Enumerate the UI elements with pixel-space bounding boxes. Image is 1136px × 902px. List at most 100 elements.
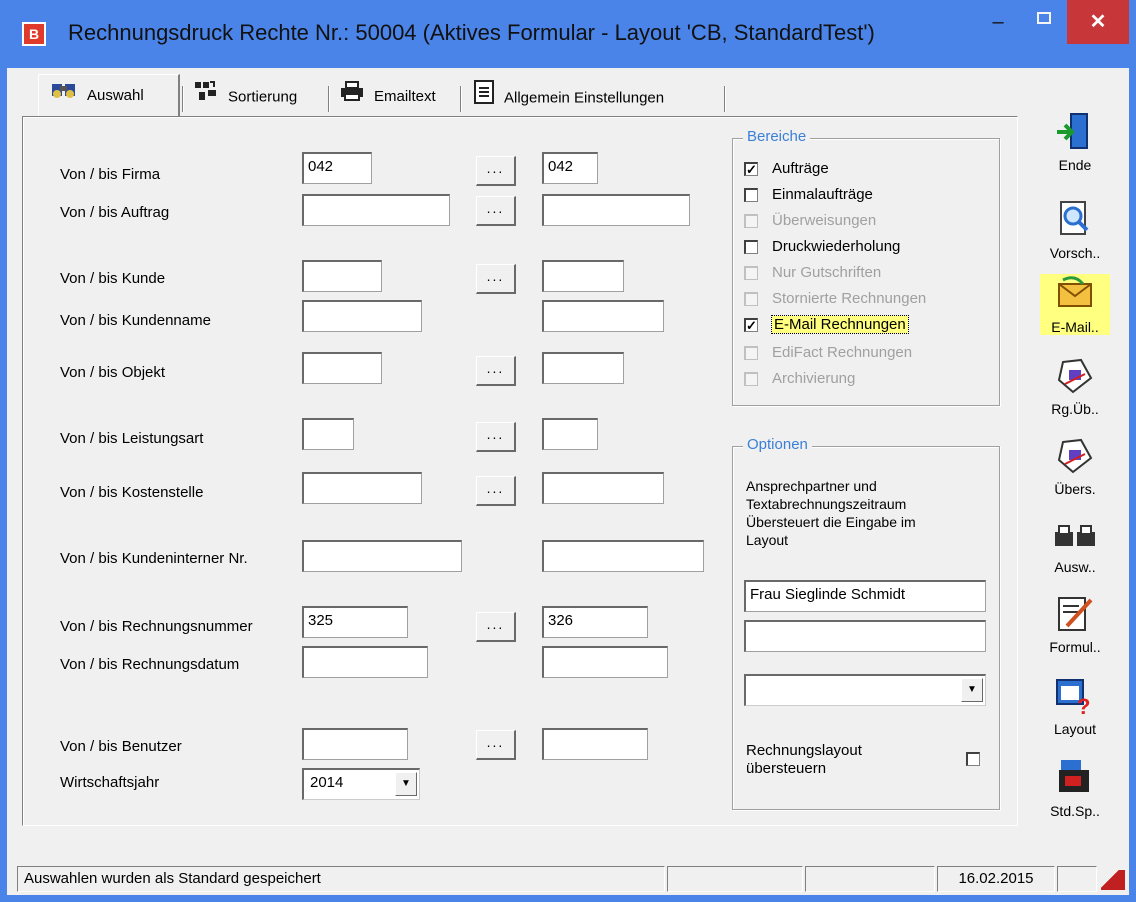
- rechnungsnummer-label: Von / bis Rechnungsnummer: [60, 618, 253, 635]
- benutzer-label: Von / bis Benutzer: [60, 738, 182, 755]
- sidebar-button-overview[interactable]: Übers.: [1040, 436, 1110, 497]
- kostenstelle-lookup-button[interactable]: ...: [476, 476, 516, 506]
- sidebar-button-email-envelope[interactable]: E-Mail..: [1040, 274, 1110, 335]
- rechnungsdatum-to-field[interactable]: [542, 646, 668, 678]
- sidebar-button-invoice-transfer[interactable]: Rg.Üb..: [1040, 356, 1110, 417]
- benutzer-to-field[interactable]: [542, 728, 648, 760]
- tab-auswahl[interactable]: Auswahl: [38, 74, 180, 116]
- benutzer-lookup-button[interactable]: ...: [476, 730, 516, 760]
- kundenname-from-field[interactable]: [302, 300, 422, 332]
- checkbox-label: Archivierung: [772, 370, 856, 387]
- sidebar-button-preview-magnifier[interactable]: Vorsch..: [1040, 200, 1110, 261]
- maximize-button[interactable]: [1021, 0, 1067, 44]
- rechnungsnummer-lookup-button[interactable]: ...: [476, 612, 516, 642]
- objekt-from-field[interactable]: [302, 352, 382, 384]
- sidebar-button-label: Formul..: [1049, 639, 1101, 655]
- kostenstelle-to-field[interactable]: [542, 472, 664, 504]
- rechnungsnummer-from-field[interactable]: 325: [302, 606, 408, 638]
- auftrag-from-field[interactable]: [302, 194, 450, 226]
- optionen-select[interactable]: ▼: [744, 674, 986, 706]
- objekt-lookup-button[interactable]: ...: [476, 356, 516, 386]
- kunde-lookup-button[interactable]: ...: [476, 264, 516, 294]
- app-icon: B: [22, 22, 46, 46]
- status-message: Auswahlen wurden als Standard gespeicher…: [17, 866, 665, 892]
- wirtschaftsjahr-select[interactable]: 2014 ▼: [302, 768, 420, 800]
- sidebar-button-label: Layout: [1053, 721, 1097, 737]
- tab-separator: [328, 86, 330, 112]
- form-edit-icon: [1040, 594, 1110, 637]
- bereich-checkbox-1[interactable]: Einmalaufträge: [744, 186, 873, 203]
- benutzer-from-field[interactable]: [302, 728, 408, 760]
- firma-to-field[interactable]: 042: [542, 152, 598, 184]
- checkbox-box: [744, 266, 758, 281]
- zeitraum-field[interactable]: [744, 620, 986, 652]
- rechnungsnummer-to-field[interactable]: 326: [542, 606, 648, 638]
- preview-magnifier-icon: [1040, 200, 1110, 243]
- kunde-from-field[interactable]: [302, 260, 382, 292]
- tab-separator: [182, 86, 184, 112]
- chevron-down-icon[interactable]: ▼: [961, 678, 983, 702]
- checkbox-label: EdiFact Rechnungen: [772, 344, 913, 361]
- bereich-checkbox-2: Überweisungen: [744, 212, 876, 229]
- objekt-to-field[interactable]: [542, 352, 624, 384]
- sidebar-button-label: Ausw..: [1054, 559, 1096, 575]
- save-default-icon: [1040, 758, 1110, 801]
- kundenname-to-field[interactable]: [542, 300, 664, 332]
- minimize-button[interactable]: –: [975, 0, 1021, 44]
- kostenstelle-from-field[interactable]: [302, 472, 422, 504]
- checkbox-box: [744, 214, 758, 229]
- tab-label: Sortierung: [228, 88, 298, 106]
- tab-label: Allgemein Einstellungen: [504, 89, 665, 107]
- kunde-label: Von / bis Kunde: [60, 270, 166, 287]
- firma-from-field[interactable]: 042: [302, 152, 372, 184]
- leistungsart-lookup-button[interactable]: ...: [476, 422, 516, 452]
- printers-icon: [1040, 522, 1110, 557]
- firma-label: Von / bis Firma: [60, 166, 161, 183]
- bereiche-title: Bereiche: [743, 128, 811, 145]
- sort-icon: [194, 80, 218, 115]
- bereich-checkbox-8: Archivierung: [744, 370, 855, 387]
- wirtschaftsjahr-value: 2014: [310, 774, 344, 791]
- sidebar-button-label: Rg.Üb..: [1051, 401, 1099, 417]
- sidebar-button-label: Std.Sp..: [1050, 803, 1100, 819]
- override-checkbox[interactable]: [966, 750, 994, 767]
- sidebar-button-label: Übers.: [1054, 481, 1096, 497]
- exit-door-icon: [1040, 112, 1110, 155]
- bereich-checkbox-6[interactable]: ✓ E-Mail Rechnungen: [744, 315, 909, 334]
- tab-sortierung[interactable]: Sortierung: [194, 80, 324, 114]
- close-button[interactable]: ✕: [1067, 0, 1129, 44]
- rechnungsdatum-from-field[interactable]: [302, 646, 428, 678]
- bereich-checkbox-3[interactable]: Druckwiederholung: [744, 238, 900, 255]
- email-envelope-icon: [1040, 274, 1110, 317]
- status-panel-3: [805, 866, 935, 892]
- sidebar-button-form-edit[interactable]: Formul..: [1040, 594, 1110, 655]
- chevron-down-icon[interactable]: ▼: [395, 772, 417, 796]
- sidebar-button-save-default[interactable]: Std.Sp..: [1040, 758, 1110, 819]
- tab-allgemein-einstellungen[interactable]: Allgemein Einstellungen: [474, 80, 724, 114]
- bereich-checkbox-7: EdiFact Rechnungen: [744, 344, 912, 361]
- auftrag-to-field[interactable]: [542, 194, 690, 226]
- resize-grip-icon[interactable]: [1101, 870, 1125, 890]
- leistungsart-to-field[interactable]: [542, 418, 598, 450]
- optionen-description-line-3: Übersteuert die Eingabe im: [746, 514, 916, 530]
- tab-separator: [724, 86, 726, 112]
- sidebar-button-exit-door[interactable]: Ende: [1040, 112, 1110, 173]
- kundeninterner-to-field[interactable]: [542, 540, 704, 572]
- kunde-to-field[interactable]: [542, 260, 624, 292]
- firma-lookup-button[interactable]: ...: [476, 156, 516, 186]
- ansprechpartner-field[interactable]: Frau Sieglinde Schmidt: [744, 580, 986, 612]
- checkbox-label: Nur Gutschriften: [772, 264, 882, 281]
- auftrag-lookup-button[interactable]: ...: [476, 196, 516, 226]
- title-bar[interactable]: B Rechnungsdruck Rechte Nr.: 50004 (Akti…: [0, 0, 1136, 68]
- kundeninterner-label: Von / bis Kundeninterner Nr.: [60, 550, 248, 567]
- sidebar-button-layout-calendar[interactable]: ? Layout: [1040, 676, 1110, 737]
- tab-emailtext[interactable]: Emailtext: [340, 80, 458, 114]
- sidebar-button-printers[interactable]: Ausw..: [1040, 522, 1110, 575]
- wirtschaftsjahr-label: Wirtschaftsjahr: [60, 774, 160, 791]
- tab-bar: Auswahl Sortierung Emailtext Allgemein E…: [34, 74, 734, 116]
- leistungsart-from-field[interactable]: [302, 418, 354, 450]
- objekt-label: Von / bis Objekt: [60, 364, 166, 381]
- bereich-checkbox-0[interactable]: ✓ Aufträge: [744, 160, 829, 177]
- kundeninterner-from-field[interactable]: [302, 540, 462, 572]
- status-panel-5: [1057, 866, 1097, 892]
